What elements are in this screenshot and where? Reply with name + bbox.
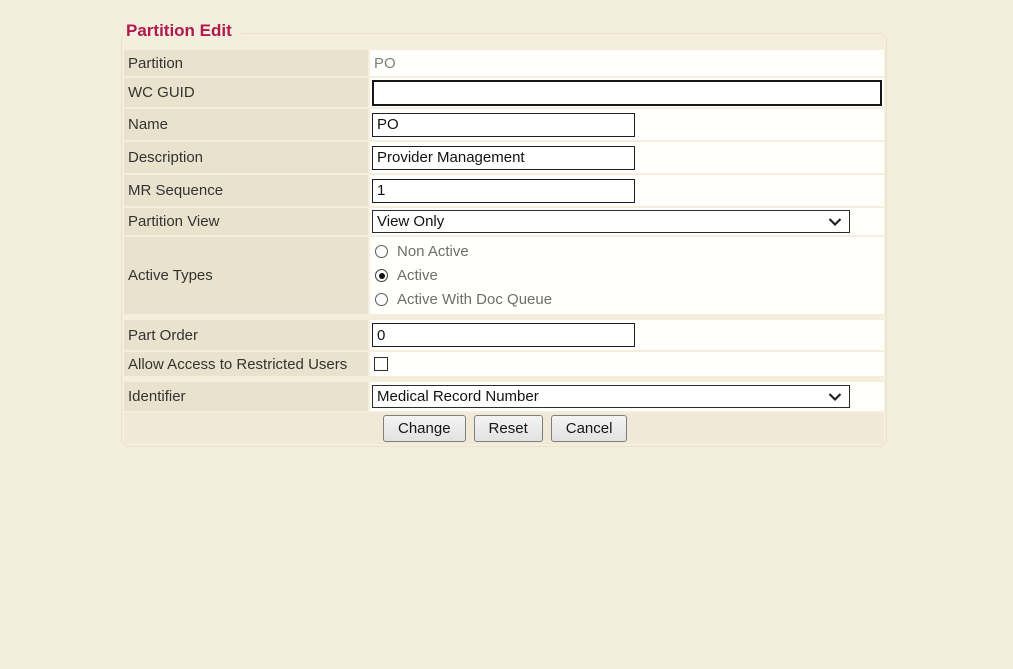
name-value-cell: [370, 109, 884, 140]
active-types-radio-group: Non Active Active Active With Doc Queue: [372, 244, 552, 307]
mr-sequence-input[interactable]: [372, 179, 635, 203]
radio-option-active[interactable]: Active: [375, 268, 552, 283]
radio-icon[interactable]: [375, 245, 388, 258]
row-part-order: Part Order: [124, 320, 884, 350]
change-button[interactable]: Change: [383, 415, 466, 442]
radio-option-non-active[interactable]: Non Active: [375, 244, 552, 259]
radio-option-label: Active: [397, 267, 438, 284]
chevron-down-icon: [828, 392, 842, 401]
name-input[interactable]: [372, 113, 635, 137]
mr-sequence-label: MR Sequence: [124, 175, 368, 206]
partition-view-selected-value: View Only: [377, 213, 444, 230]
identifier-label: Identifier: [124, 382, 368, 411]
page-title: Partition Edit: [124, 20, 241, 41]
row-partition: Partition PO: [124, 50, 884, 76]
wc-guid-value-cell: [370, 78, 884, 107]
row-identifier: Identifier Medical Record Number: [124, 382, 884, 411]
wc-guid-label: WC GUID: [124, 78, 368, 107]
form-table: Partition PO WC GUID Name Description MR: [122, 34, 886, 446]
name-label: Name: [124, 109, 368, 140]
identifier-selected-value: Medical Record Number: [377, 388, 539, 405]
row-name: Name: [124, 109, 884, 140]
partition-view-value-cell: View Only: [370, 208, 884, 235]
cancel-button[interactable]: Cancel: [551, 415, 628, 442]
allow-access-value-cell: [370, 352, 884, 376]
buttons-row: Change Reset Cancel: [124, 413, 884, 444]
allow-access-checkbox[interactable]: [374, 357, 388, 371]
partition-view-label: Partition View: [124, 208, 368, 235]
active-types-value-cell: Non Active Active Active With Doc Queue: [370, 237, 884, 314]
row-partition-view: Partition View View Only: [124, 208, 884, 235]
partition-value: PO: [372, 55, 396, 72]
active-types-label: Active Types: [124, 237, 368, 314]
row-mr-sequence: MR Sequence: [124, 175, 884, 206]
reset-button[interactable]: Reset: [474, 415, 543, 442]
chevron-down-icon: [828, 217, 842, 226]
part-order-input[interactable]: [372, 323, 635, 347]
radio-option-label: Active With Doc Queue: [397, 291, 552, 308]
description-value-cell: [370, 142, 884, 173]
radio-option-label: Non Active: [397, 243, 469, 260]
part-order-value-cell: [370, 320, 884, 350]
description-label: Description: [124, 142, 368, 173]
wc-guid-input[interactable]: [372, 80, 882, 106]
description-input[interactable]: [372, 146, 635, 170]
partition-view-select[interactable]: View Only: [372, 210, 850, 233]
partition-edit-form: Partition Edit Partition PO WC GUID Name…: [121, 33, 887, 447]
row-description: Description: [124, 142, 884, 173]
identifier-select[interactable]: Medical Record Number: [372, 385, 850, 408]
row-wc-guid: WC GUID: [124, 78, 884, 107]
radio-icon[interactable]: [375, 269, 388, 282]
row-allow-access: Allow Access to Restricted Users: [124, 352, 884, 376]
partition-value-cell: PO: [370, 50, 884, 76]
row-active-types: Active Types Non Active Active Active Wi…: [124, 237, 884, 314]
radio-icon[interactable]: [375, 293, 388, 306]
partition-label: Partition: [124, 50, 368, 76]
radio-option-active-with-doc-queue[interactable]: Active With Doc Queue: [375, 292, 552, 307]
mr-sequence-value-cell: [370, 175, 884, 206]
part-order-label: Part Order: [124, 320, 368, 350]
allow-access-label: Allow Access to Restricted Users: [124, 352, 368, 376]
identifier-value-cell: Medical Record Number: [370, 382, 884, 411]
